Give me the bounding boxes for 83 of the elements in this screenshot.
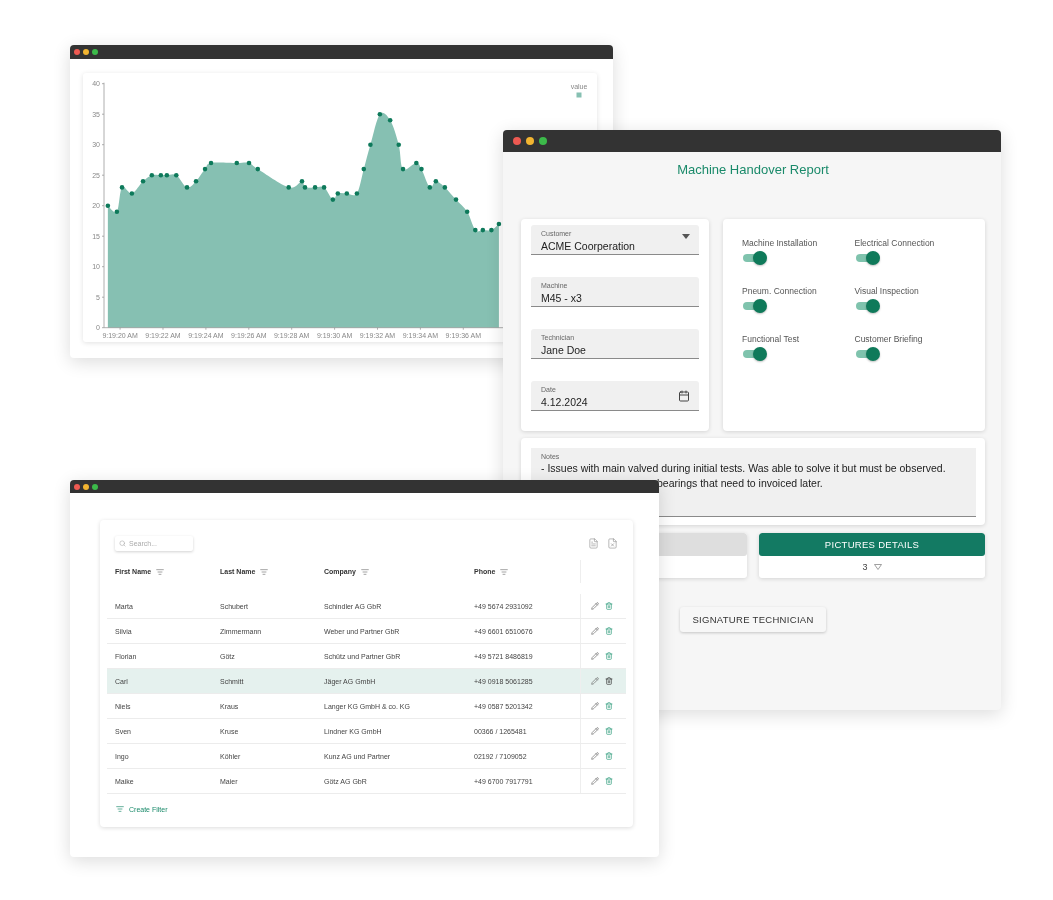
pencil-icon[interactable] <box>591 602 599 610</box>
toggle-switch[interactable] <box>742 251 768 265</box>
data-point <box>174 172 179 178</box>
data-point <box>368 142 373 147</box>
toggle-label: Functional Test <box>742 334 800 344</box>
data-point <box>489 227 494 233</box>
data-point <box>286 185 291 190</box>
data-point <box>193 179 199 184</box>
data-point <box>361 166 367 172</box>
report-title: Machine Handover Report <box>676 162 830 178</box>
minimize-control-icon[interactable] <box>526 137 534 145</box>
data-point <box>119 185 125 190</box>
data-point <box>400 166 406 172</box>
maximize-control-icon[interactable] <box>92 483 98 490</box>
maximize-control-icon[interactable] <box>92 49 98 55</box>
trash-icon[interactable] <box>605 752 613 760</box>
data-point <box>105 203 111 208</box>
pencil-icon[interactable] <box>591 677 599 685</box>
data-point <box>184 185 190 190</box>
legend-marker <box>576 92 582 98</box>
minimize-control-icon[interactable] <box>83 49 89 55</box>
data-point <box>321 185 327 190</box>
trash-icon[interactable] <box>605 702 613 710</box>
data-point <box>387 118 393 123</box>
pencil-icon[interactable] <box>591 652 599 660</box>
data-point <box>344 191 350 196</box>
trash-icon[interactable] <box>605 777 613 785</box>
data-point <box>140 179 146 184</box>
pencil-icon[interactable] <box>591 777 599 785</box>
file-icon[interactable] <box>607 538 618 549</box>
data-point <box>149 172 155 178</box>
toggle-label: Visual Inspection <box>854 286 920 296</box>
file-icon[interactable] <box>588 538 599 549</box>
close-control-icon[interactable] <box>74 49 80 55</box>
toggle-label: Pneum. Connection <box>742 286 818 296</box>
data-point <box>312 185 318 190</box>
calendar-icon[interactable] <box>678 390 690 402</box>
toggle-switch[interactable] <box>742 299 768 313</box>
signature-button[interactable]: SIGNATURE TECHNICIAN <box>680 607 826 632</box>
data-point <box>480 227 486 233</box>
data-point <box>114 209 120 215</box>
data-point <box>396 142 402 147</box>
data-point <box>473 227 478 233</box>
data-point <box>442 185 448 190</box>
trash-icon[interactable] <box>605 727 613 735</box>
pencil-icon[interactable] <box>591 702 599 710</box>
filter-icon[interactable] <box>500 567 509 576</box>
data-point <box>246 160 252 166</box>
data-point <box>255 166 261 172</box>
trash-icon[interactable] <box>605 602 613 610</box>
data-point <box>464 209 470 215</box>
trash-icon[interactable] <box>605 627 613 635</box>
filter-icon[interactable] <box>156 567 165 576</box>
toggle-switch[interactable] <box>854 251 881 265</box>
data-point <box>129 191 135 196</box>
data-point <box>496 221 502 227</box>
pencil-icon[interactable] <box>591 727 599 735</box>
trash-icon[interactable] <box>605 652 613 660</box>
toggle-label: Machine Installation <box>742 238 819 248</box>
filter-icon <box>116 805 124 813</box>
toggle-label: Customer Briefing <box>854 334 924 344</box>
filter-icon[interactable] <box>360 567 369 576</box>
toggle-switch[interactable] <box>854 347 881 361</box>
data-point <box>234 160 240 166</box>
data-point <box>453 197 459 202</box>
caret-icon <box>682 234 690 239</box>
search-icon <box>119 540 126 547</box>
data-point <box>377 111 383 117</box>
pencil-icon[interactable] <box>591 752 599 760</box>
toggle-label: Electrical Connection <box>854 238 936 248</box>
close-control-icon[interactable] <box>513 137 521 145</box>
maximize-control-icon[interactable] <box>539 137 547 145</box>
toggle-switch[interactable] <box>854 299 881 313</box>
count-value: 3 <box>862 562 868 572</box>
pencil-icon[interactable] <box>591 627 599 635</box>
trash-icon[interactable] <box>605 677 613 685</box>
toggle-switch[interactable] <box>742 347 768 361</box>
caret-icon[interactable] <box>873 564 882 570</box>
filter-icon[interactable] <box>260 567 269 576</box>
close-control-icon[interactable] <box>74 483 80 490</box>
details-button[interactable]: PICTURES DETAILS <box>759 533 985 556</box>
data-point <box>354 191 360 196</box>
minimize-control-icon[interactable] <box>83 483 89 490</box>
